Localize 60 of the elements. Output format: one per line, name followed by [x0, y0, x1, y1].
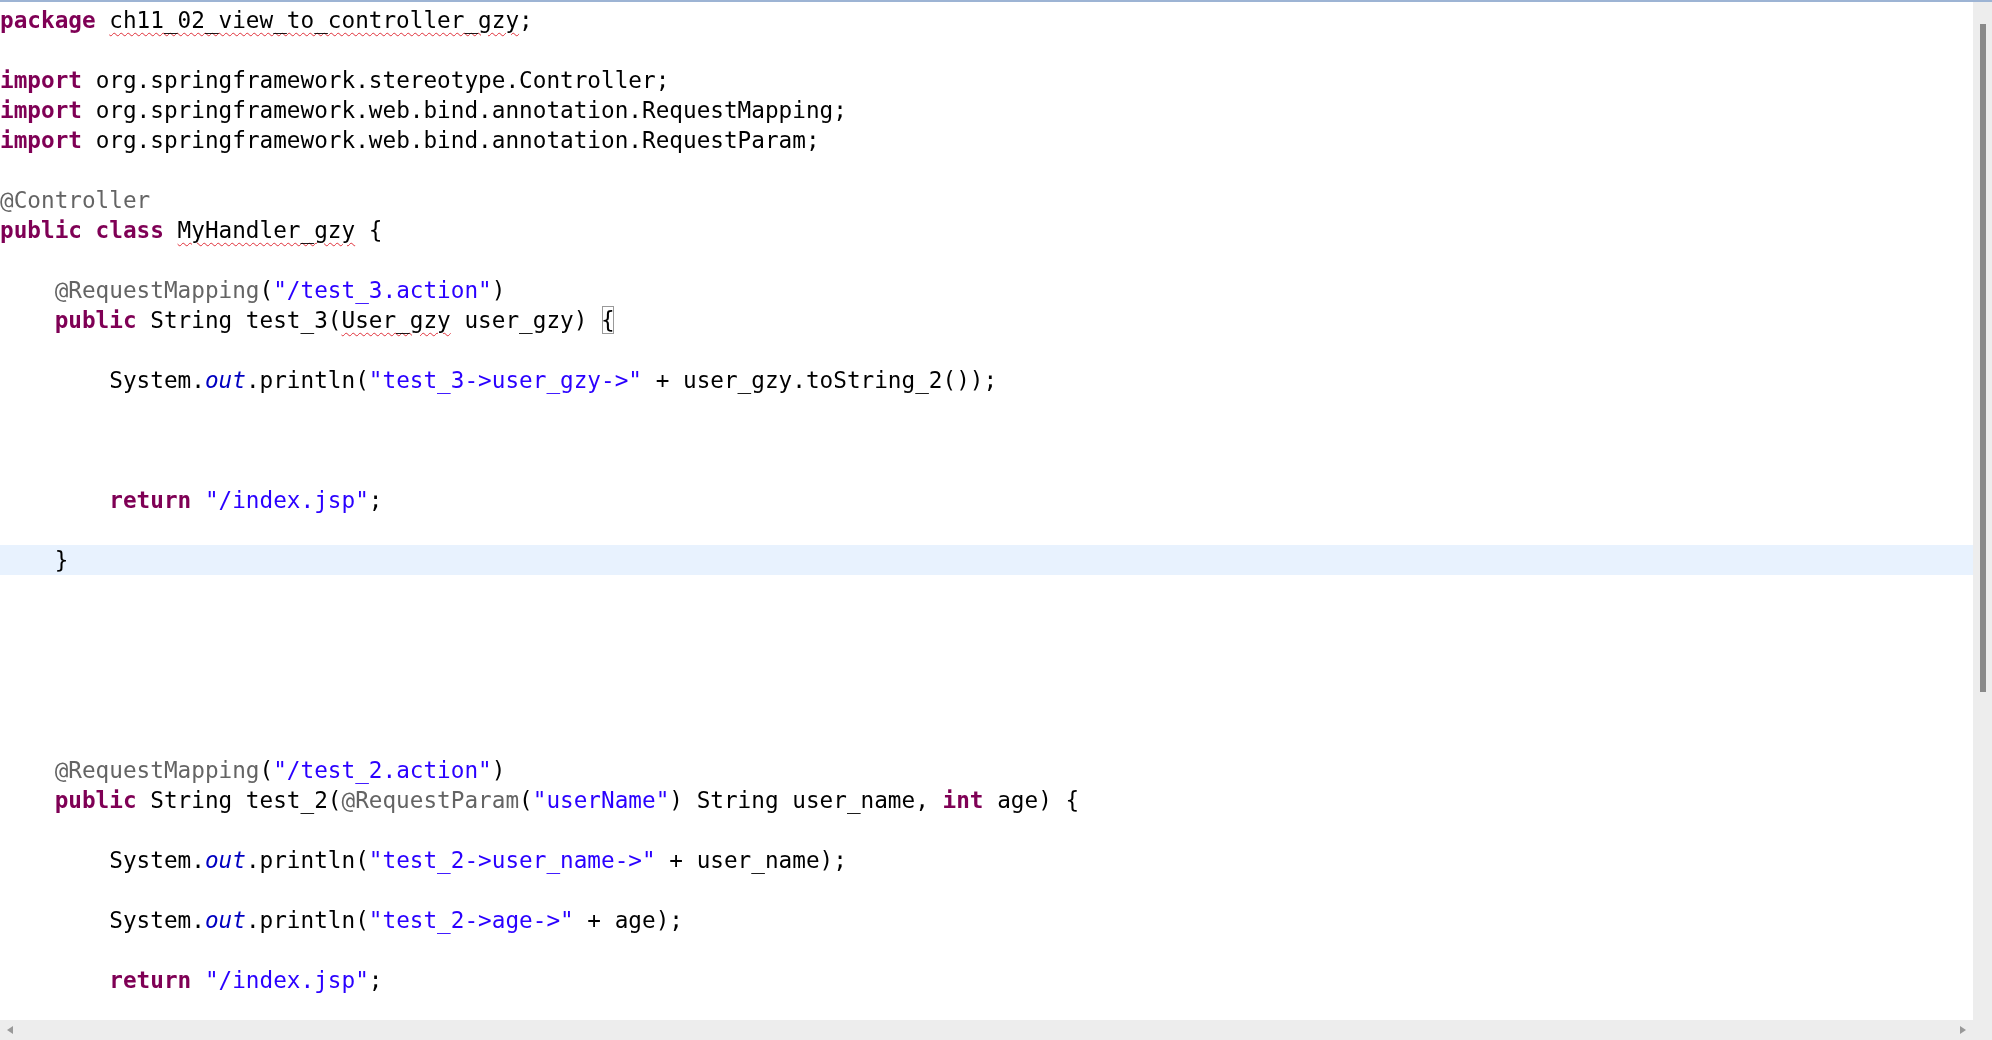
code-token: "test_3->user_gzy->"	[368, 366, 642, 395]
code-token: System.	[108, 846, 205, 875]
code-token: System.	[108, 366, 205, 395]
matching-bracket: {	[601, 305, 615, 335]
code-token: + age);	[586, 906, 683, 935]
scroll-right-icon[interactable]	[1959, 1025, 1967, 1035]
scrollbar-thumb[interactable]	[1979, 24, 1986, 692]
code-token: out	[204, 846, 246, 875]
code-token: .println(	[245, 846, 369, 875]
code-token: org.springframework.web.bind.annotation.RequestParam;	[94, 126, 820, 155]
code-token: + user_gzy.toString_2());	[654, 366, 998, 395]
code-token: return	[108, 486, 193, 515]
code-token: ch11_02_view_to_controller_gzy	[109, 6, 520, 35]
code-token: @RequestParam	[341, 786, 520, 815]
code-token: String test_3(	[149, 306, 342, 335]
code-token: public	[53, 786, 137, 815]
code-token: (	[259, 756, 274, 785]
code-token: )	[491, 276, 506, 305]
code-token: System.	[108, 906, 205, 935]
code-token: + user_name);	[668, 846, 847, 875]
code-token: import	[0, 66, 82, 95]
code-token: "/test_2.action"	[273, 756, 492, 785]
code-token: import	[0, 126, 82, 155]
code-token: ;	[519, 6, 533, 35]
code-token: @RequestMapping	[53, 756, 260, 785]
code-token: (	[259, 276, 274, 305]
code-token: out	[204, 366, 246, 395]
code-token: package	[0, 6, 97, 35]
code-token: User_gzy	[341, 306, 451, 335]
code-token: .println(	[245, 906, 369, 935]
code-token: ;	[368, 966, 383, 995]
code-token: ;	[368, 486, 383, 515]
code-editor[interactable]	[0, 2, 1973, 1020]
code-token: public class	[0, 216, 165, 245]
code-token: "test_2->age->"	[368, 906, 574, 935]
code-token: public	[53, 306, 137, 335]
code-token: int	[942, 786, 984, 815]
code-token: org.springframework.stereotype.Controller;	[94, 66, 670, 95]
code-token: {	[367, 216, 383, 245]
code-token: out	[204, 906, 246, 935]
code-token: age) {	[996, 786, 1080, 815]
code-token: @Controller	[0, 186, 151, 215]
code-token: "/index.jsp"	[204, 966, 369, 995]
scroll-left-icon[interactable]	[6, 1025, 14, 1035]
code-token: org.springframework.web.bind.annotation.RequestMapping;	[94, 96, 847, 125]
code-token: MyHandler_gzy	[177, 216, 356, 245]
code-token: ) String user_name,	[669, 786, 930, 815]
code-token: import	[0, 96, 82, 125]
code-token: "test_2->user_name->"	[368, 846, 656, 875]
code-token: "userName"	[532, 786, 670, 815]
code-token: "/index.jsp"	[204, 486, 369, 515]
code-token: return	[108, 966, 193, 995]
code-token: )	[491, 756, 506, 785]
code-token: (	[519, 786, 533, 815]
code-token: "/test_3.action"	[273, 276, 492, 305]
code-token: }	[53, 546, 69, 575]
code-token: String test_2(	[149, 786, 342, 815]
code-token: .println(	[245, 366, 369, 395]
code-token: user_gzy)	[463, 306, 589, 335]
code-token: @RequestMapping	[53, 276, 260, 305]
